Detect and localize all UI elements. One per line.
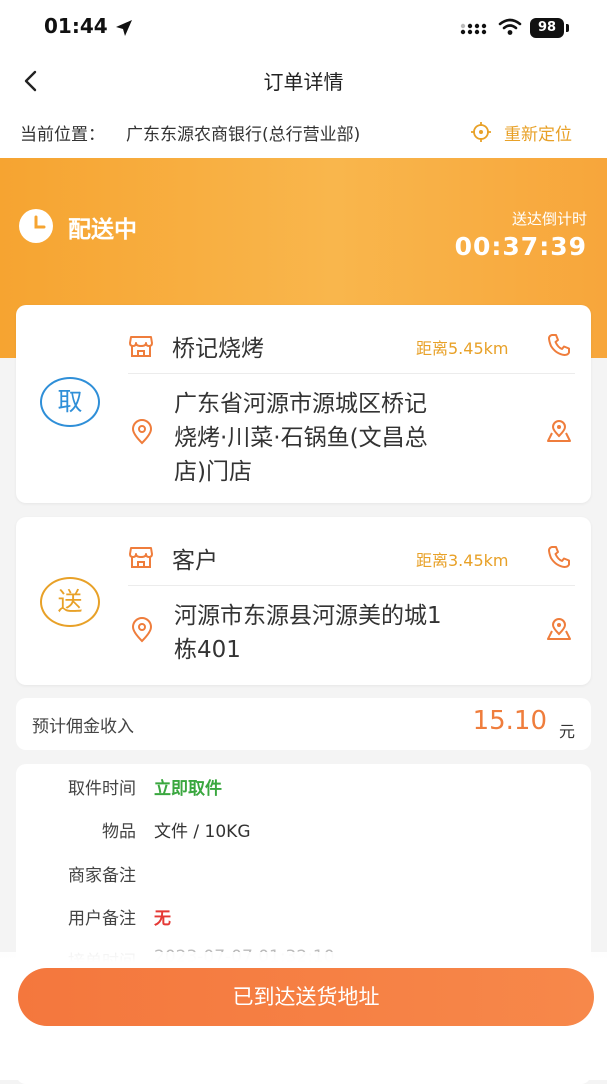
pickup-time-label: 取件时间 [68,779,136,799]
divider [128,585,575,586]
dropoff-address: 河源市东源县河源美的城1 栋401 [174,599,534,667]
pickup-distance: 距离5.45km [416,339,509,358]
divider [128,373,575,374]
pickup-badge: 取 [40,377,100,427]
commission-unit: 元 [558,722,575,741]
pickup-name: 桥记烧烤 [172,336,264,362]
store-icon [129,547,153,568]
crosshair-icon[interactable] [470,121,492,143]
countdown-timer: 00:37:39 [454,232,587,261]
cellular-signal-icon [460,23,487,35]
dropoff-badge: 送 [40,577,100,627]
location-pin-icon [131,617,153,643]
dropoff-card: 送 客户 距离3.45km 河源市东源县河源美的城1 栋401 [16,517,591,685]
address-line: 店)门店 [174,459,252,485]
page-title: 订单详情 [263,70,344,94]
battery-indicator: 98 [530,18,564,38]
phone-icon[interactable] [546,544,572,570]
commission-row: 预计佣金收入 15.10 元 [16,698,591,750]
location-value: 广东东源农商银行(总行营业部) [126,125,361,145]
store-icon [129,336,153,357]
location-arrow-icon [116,20,132,36]
address-line: 广东省河源市源城区桥记 [174,391,427,417]
pickup-address: 广东省河源市源城区桥记 烧烤·川菜·石锅鱼(文昌总 店)门店 [174,387,534,489]
arrived-button[interactable]: 已到达送货地址 [18,968,594,1026]
battery-tip [566,24,569,32]
phone-icon[interactable] [546,332,572,358]
address-line: 河源市东源县河源美的城1 [174,603,442,629]
item-value: 文件 / 10KG [154,822,251,842]
merchant-note-label: 商家备注 [68,866,136,886]
wifi-icon [498,18,522,35]
map-navigation-icon[interactable] [546,419,572,445]
location-label: 当前位置： [20,125,105,145]
status-time: 01:44 [44,14,108,38]
dropoff-distance: 距离3.45km [416,551,509,570]
address-line: 烧烤·川菜·石锅鱼(文昌总 [174,425,428,451]
countdown-label: 送达倒计时 [511,210,587,228]
nav-bar: 订单详情 [0,56,607,106]
user-note-value: 无 [154,909,171,929]
address-line: 栋401 [174,637,241,663]
user-note-label: 用户备注 [68,909,136,929]
map-navigation-icon[interactable] [546,617,572,643]
commission-label: 预计佣金收入 [32,717,134,737]
delivery-status: 配送中 [68,217,137,243]
status-bar: 01:44 98 [0,0,607,56]
relocate-button[interactable]: 重新定位 [504,120,572,145]
clock-icon [19,209,53,243]
location-pin-icon [131,419,153,445]
dropoff-name: 客户 [172,548,218,574]
pickup-time-value: 立即取件 [154,779,222,799]
item-label: 物品 [102,822,136,842]
commission-value: 15.10 [472,706,547,736]
pickup-card: 取 桥记烧烤 距离5.45km 广东省河源市源城区桥记 烧烤·川菜·石锅鱼(文昌… [16,305,591,503]
